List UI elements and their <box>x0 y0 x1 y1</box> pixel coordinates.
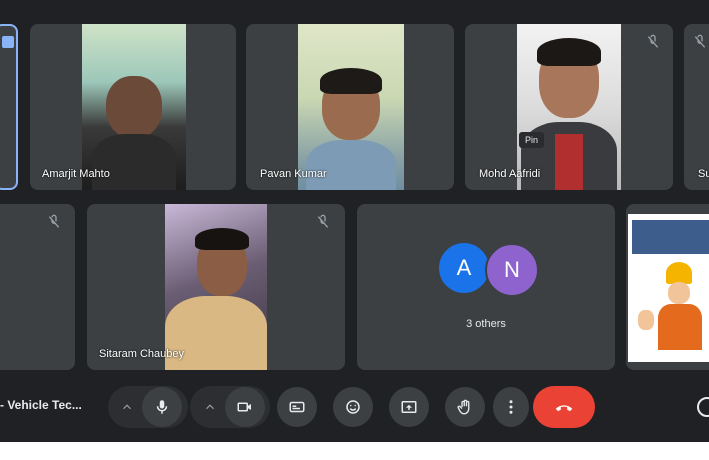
mic-off-icon <box>46 214 62 230</box>
participant-tile-self[interactable] <box>0 24 18 190</box>
participant-tile[interactable]: Amarjit Mahto <box>30 24 236 190</box>
mic-off-icon <box>315 214 331 230</box>
participant-video <box>517 24 621 190</box>
participant-avatar: N <box>485 243 539 297</box>
participant-name: Sitaram Chaubey <box>99 348 184 360</box>
participant-tile[interactable]: Pavan Kumar <box>246 24 454 190</box>
more-vertical-icon <box>509 400 513 414</box>
end-call-button[interactable] <box>533 386 595 428</box>
pin-icon[interactable] <box>2 36 14 48</box>
pin-tooltip: Pin <box>519 132 545 148</box>
participant-name: Mohd Aafridi <box>479 168 541 180</box>
participant-video <box>82 24 186 190</box>
participant-tile[interactable]: Su <box>684 24 709 190</box>
camera-icon <box>237 402 251 412</box>
chevron-up-icon[interactable] <box>120 400 134 414</box>
others-tile[interactable]: A N 3 others <box>357 204 615 370</box>
microphone-button[interactable] <box>142 387 182 427</box>
participant-avatar: A <box>439 243 489 293</box>
participant-name: Amarjit Mahto <box>42 168 110 180</box>
reactions-button[interactable] <box>333 387 373 427</box>
window-bottom-edge <box>0 442 709 460</box>
mic-off-icon <box>645 34 661 50</box>
participant-tile[interactable]: Sitaram Chaubey <box>87 204 345 370</box>
camera-button[interactable] <box>225 387 265 427</box>
microphone-icon <box>156 400 168 414</box>
present-screen-icon <box>401 401 417 413</box>
meeting-title: - Vehicle Tec... <box>0 398 82 412</box>
captions-icon <box>289 401 305 413</box>
present-button[interactable] <box>389 387 429 427</box>
mic-off-icon <box>692 34 708 50</box>
hang-up-icon <box>555 405 573 412</box>
emoji-icon <box>346 400 360 414</box>
participant-video <box>165 204 267 370</box>
others-count-label: 3 others <box>466 318 506 330</box>
participant-name: Su <box>698 168 709 180</box>
more-options-button[interactable] <box>493 387 529 427</box>
captions-button[interactable] <box>277 387 317 427</box>
hand-icon <box>457 399 470 415</box>
participant-tile[interactable] <box>0 204 75 370</box>
info-icon[interactable] <box>697 397 709 417</box>
participant-video <box>298 24 404 190</box>
chevron-up-icon[interactable] <box>203 400 217 414</box>
participant-name: Pavan Kumar <box>260 168 327 180</box>
participant-tile[interactable]: Pin Mohd Aafridi <box>465 24 673 190</box>
presentation-thumbnail <box>628 214 709 362</box>
control-bar: - Vehicle Tec... <box>0 370 709 442</box>
raise-hand-button[interactable] <box>445 387 485 427</box>
participant-tile-presentation[interactable] <box>626 204 709 370</box>
